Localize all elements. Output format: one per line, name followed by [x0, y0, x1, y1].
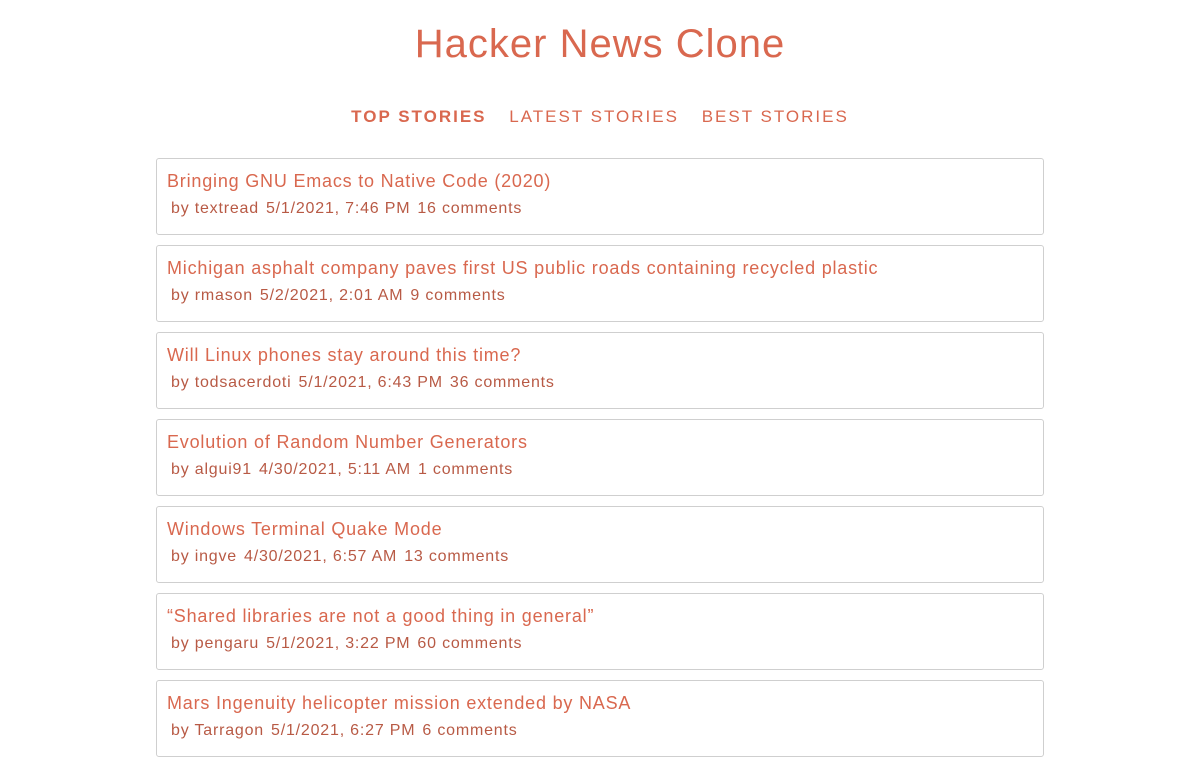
story-list: Bringing GNU Emacs to Native Code (2020)…	[156, 158, 1044, 767]
story-title-link[interactable]: Will Linux phones stay around this time?	[167, 344, 1033, 367]
tab-best-stories[interactable]: BEST STORIES	[702, 107, 849, 126]
story-card: Michigan asphalt company paves first US …	[156, 245, 1044, 322]
story-author: by Tarragon	[171, 722, 265, 739]
story-comments-link[interactable]: 1 comments	[418, 461, 513, 478]
story-comments-link[interactable]: 60 comments	[417, 635, 522, 652]
story-card: Windows Terminal Quake Mode by ingve 4/30…	[156, 506, 1044, 583]
story-author: by textread	[171, 200, 259, 217]
story-time: 5/1/2021, 3:22 PM	[266, 635, 411, 652]
story-title-link[interactable]: “Shared libraries are not a good thing i…	[167, 605, 1033, 628]
story-card: Will Linux phones stay around this time?…	[156, 332, 1044, 409]
story-meta: by algui91 4/30/2021, 5:11 AM 1 comments	[167, 460, 1033, 480]
story-card: Bringing GNU Emacs to Native Code (2020)…	[156, 158, 1044, 235]
tab-top-stories[interactable]: TOP STORIES	[351, 107, 486, 126]
story-author: by todsacerdoti	[171, 374, 292, 391]
story-meta: by Tarragon 5/1/2021, 6:27 PM 6 comments	[167, 721, 1033, 741]
story-time: 5/1/2021, 7:46 PM	[265, 200, 411, 217]
story-author: by algui91	[171, 461, 252, 478]
story-comments-link[interactable]: 13 comments	[404, 548, 509, 565]
story-title-link[interactable]: Evolution of Random Number Generators	[167, 431, 1033, 454]
story-meta: by pengaru 5/1/2021, 3:22 PM 60 comments	[167, 634, 1033, 654]
tab-latest-stories[interactable]: LATEST STORIES	[509, 107, 679, 126]
story-title-link[interactable]: Bringing GNU Emacs to Native Code (2020)	[167, 170, 1033, 193]
story-card: Evolution of Random Number Generators by…	[156, 419, 1044, 496]
story-title-link[interactable]: Windows Terminal Quake Mode	[167, 518, 1033, 541]
story-author: by ingve	[171, 548, 237, 565]
story-meta: by textread 5/1/2021, 7:46 PM 16 comments	[167, 199, 1033, 219]
story-time: 5/1/2021, 6:43 PM	[298, 374, 443, 391]
story-tabs: TOP STORIES LATEST STORIES BEST STORIES	[0, 106, 1200, 128]
story-comments-link[interactable]: 6 comments	[422, 722, 517, 739]
story-title-link[interactable]: Mars Ingenuity helicopter mission extend…	[167, 692, 1033, 715]
story-time: 4/30/2021, 6:57 AM	[244, 548, 398, 565]
page-title: Hacker News Clone	[414, 22, 786, 66]
story-title-link[interactable]: Michigan asphalt company paves first US …	[167, 257, 1033, 280]
story-time: 4/30/2021, 5:11 AM	[258, 461, 411, 478]
story-comments-link[interactable]: 36 comments	[450, 374, 555, 391]
story-meta: by ingve 4/30/2021, 6:57 AM 13 comments	[167, 547, 1033, 567]
story-comments-link[interactable]: 9 comments	[410, 287, 505, 304]
story-time: 5/1/2021, 6:27 PM	[271, 722, 416, 739]
story-meta: by rmason 5/2/2021, 2:01 AM 9 comments	[167, 286, 1033, 306]
story-author: by pengaru	[171, 635, 260, 652]
story-card: “Shared libraries are not a good thing i…	[156, 593, 1044, 670]
story-author: by rmason	[171, 287, 253, 304]
story-time: 5/2/2021, 2:01 AM	[259, 287, 404, 304]
story-comments-link[interactable]: 16 comments	[417, 200, 522, 217]
story-meta: by todsacerdoti 5/1/2021, 6:43 PM 36 comme…	[167, 373, 1033, 393]
story-card: Mars Ingenuity helicopter mission extend…	[156, 680, 1044, 757]
